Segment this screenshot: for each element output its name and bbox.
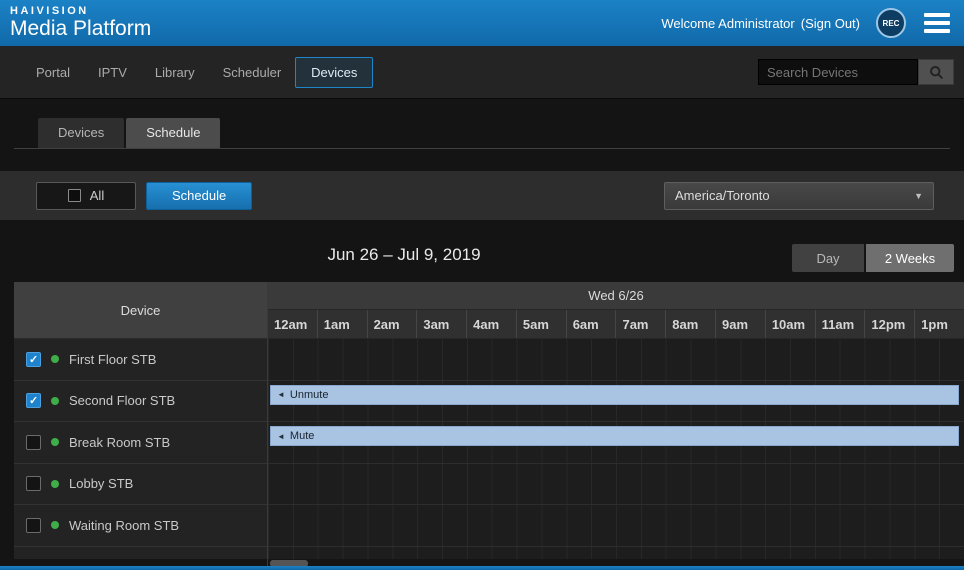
main-nav: Portal IPTV Library Scheduler Devices <box>0 46 964 99</box>
rec-label: REC <box>883 19 900 28</box>
search-input[interactable] <box>758 59 918 85</box>
device-checkbox[interactable] <box>26 393 41 408</box>
device-column: Device First Floor STB Second Floor STB … <box>14 282 268 568</box>
timeline-row[interactable] <box>268 505 964 547</box>
device-row[interactable]: Second Floor STB <box>14 381 267 423</box>
schedule-toolbar: All Schedule America/Toronto ▼ <box>0 171 964 220</box>
speaker-icon: ◄ <box>277 390 285 399</box>
event-label: Unmute <box>290 389 329 401</box>
select-all-checkbox[interactable] <box>68 189 81 202</box>
schedule-button[interactable]: Schedule <box>146 182 252 210</box>
app-window: HAIVISION Media Platform Welcome Adminis… <box>0 0 964 570</box>
timeline-row[interactable] <box>268 339 964 381</box>
two-weeks-view-button[interactable]: 2 Weeks <box>866 244 954 272</box>
header-actions: Welcome Administrator (Sign Out) REC <box>661 8 952 38</box>
time-label: 9am <box>715 310 765 338</box>
search-icon <box>929 65 944 80</box>
time-header-row: 12am 1am 2am 3am 4am 5am 6am 7am 8am 9am… <box>268 310 964 339</box>
welcome-text: Welcome Administrator (Sign Out) <box>661 16 860 31</box>
time-label: 8am <box>665 310 715 338</box>
schedule-grid: Device First Floor STB Second Floor STB … <box>14 282 964 568</box>
rec-button[interactable]: REC <box>876 8 906 38</box>
device-checkbox[interactable] <box>26 476 41 491</box>
time-label: 3am <box>416 310 466 338</box>
menu-bar <box>924 21 950 25</box>
online-status-icon <box>51 438 59 446</box>
device-checkbox[interactable] <box>26 435 41 450</box>
time-label: 5am <box>516 310 566 338</box>
sign-out-link[interactable]: (Sign Out) <box>801 16 860 31</box>
brand-logo: HAIVISION Media Platform <box>10 4 151 41</box>
bottom-edge-bar <box>0 566 964 570</box>
device-name: Lobby STB <box>69 476 133 491</box>
app-header: HAIVISION Media Platform Welcome Adminis… <box>0 0 964 46</box>
nav-items: Portal IPTV Library Scheduler Devices <box>22 57 373 88</box>
device-row[interactable]: Waiting Room STB <box>14 505 267 547</box>
device-search <box>758 59 954 85</box>
nav-item-scheduler[interactable]: Scheduler <box>209 57 296 88</box>
date-range-label: Jun 26 – Jul 9, 2019 <box>14 245 794 265</box>
welcome-label: Welcome Administrator <box>661 16 794 31</box>
device-name: Break Room STB <box>69 435 170 450</box>
nav-item-iptv[interactable]: IPTV <box>84 57 141 88</box>
tab-devices[interactable]: Devices <box>38 118 124 148</box>
menu-bar <box>924 13 950 17</box>
menu-icon[interactable] <box>922 10 952 36</box>
speaker-icon: ◄ <box>277 432 285 441</box>
timezone-selected-value: America/Toronto <box>675 188 770 203</box>
time-label: 4am <box>466 310 516 338</box>
time-label: 11am <box>815 310 865 338</box>
time-label: 12am <box>268 310 317 338</box>
device-column-filler <box>14 547 267 559</box>
nav-item-portal[interactable]: Portal <box>22 57 84 88</box>
online-status-icon <box>51 355 59 363</box>
device-name: First Floor STB <box>69 352 156 367</box>
device-row[interactable]: Lobby STB <box>14 464 267 506</box>
time-label: 6am <box>566 310 616 338</box>
timeline-column: Wed 6/26 12am 1am 2am 3am 4am 5am 6am 7a… <box>268 282 964 568</box>
schedule-event-bar[interactable]: ◄ Unmute <box>270 385 959 405</box>
day-header: Wed 6/26 <box>268 282 964 310</box>
brand-haivision: HAIVISION <box>10 6 151 17</box>
select-all-label: All <box>90 188 104 203</box>
menu-bar <box>924 29 950 33</box>
brand-media-platform: Media Platform <box>10 17 151 41</box>
time-label: 2am <box>367 310 417 338</box>
time-label: 7am <box>615 310 665 338</box>
date-bar: Jun 26 – Jul 9, 2019 Day 2 Weeks <box>0 236 964 282</box>
timeline-row[interactable]: ◄ Mute <box>268 422 964 464</box>
device-column-header: Device <box>14 282 267 339</box>
timeline-filler <box>268 547 964 559</box>
online-status-icon <box>51 480 59 488</box>
device-checkbox[interactable] <box>26 352 41 367</box>
online-status-icon <box>51 397 59 405</box>
day-view-button[interactable]: Day <box>792 244 864 272</box>
online-status-icon <box>51 521 59 529</box>
timeline-header: Wed 6/26 12am 1am 2am 3am 4am 5am 6am 7a… <box>268 282 964 339</box>
device-row[interactable]: First Floor STB <box>14 339 267 381</box>
select-all-button[interactable]: All <box>36 182 136 210</box>
event-label: Mute <box>290 430 314 442</box>
search-button[interactable] <box>918 59 954 85</box>
timeline-row[interactable] <box>268 464 964 506</box>
chevron-down-icon: ▼ <box>914 191 923 201</box>
tab-schedule[interactable]: Schedule <box>126 118 220 148</box>
nav-item-devices[interactable]: Devices <box>295 57 373 88</box>
view-tabs: Devices Schedule <box>14 118 950 149</box>
schedule-event-bar[interactable]: ◄ Mute <box>270 426 959 446</box>
nav-item-library[interactable]: Library <box>141 57 209 88</box>
time-label: 1am <box>317 310 367 338</box>
view-range-toggle: Day 2 Weeks <box>792 244 954 272</box>
device-name: Second Floor STB <box>69 393 175 408</box>
device-checkbox[interactable] <box>26 518 41 533</box>
timezone-select[interactable]: America/Toronto ▼ <box>664 182 934 210</box>
device-row[interactable]: Break Room STB <box>14 422 267 464</box>
time-label: 1pm <box>914 310 964 338</box>
time-label: 12pm <box>864 310 914 338</box>
time-label: 10am <box>765 310 815 338</box>
device-name: Waiting Room STB <box>69 518 179 533</box>
timeline-row[interactable]: ◄ Unmute <box>268 381 964 423</box>
